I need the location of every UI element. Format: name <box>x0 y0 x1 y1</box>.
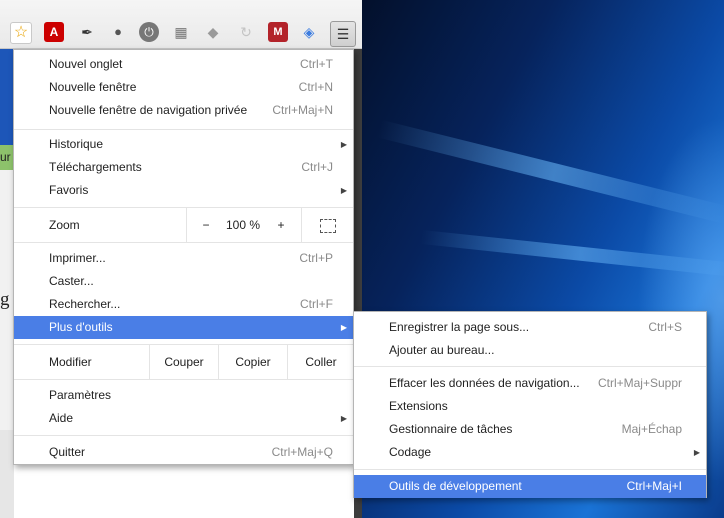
fullscreen-icon <box>320 218 336 233</box>
menu-item-find[interactable]: Rechercher... Ctrl+F <box>14 293 353 316</box>
menu-item-shortcut: Ctrl+N <box>298 80 333 94</box>
menu-item-history[interactable]: Historique ▶ <box>14 133 353 156</box>
submenu-item-task-manager[interactable]: Gestionnaire de tâches Maj+Échap <box>354 418 706 441</box>
hamburger-menu-icon[interactable]: ☰ <box>330 21 356 47</box>
menu-separator <box>14 242 353 243</box>
browser-main-menu: Nouvel onglet Ctrl+T Nouvelle fenêtre Ct… <box>13 49 354 465</box>
zoom-out-button[interactable]: − <box>186 208 225 242</box>
menu-item-label: Favoris <box>49 183 89 197</box>
menu-item-label: Aide <box>49 411 74 425</box>
menu-row-zoom: Zoom − 100 % + <box>14 208 353 242</box>
menu-item-shortcut: Maj+Échap <box>621 422 682 436</box>
submenu-item-extensions[interactable]: Extensions <box>354 395 706 418</box>
submenu-arrow-icon: ▶ <box>693 448 700 457</box>
dropbox-icon[interactable]: ◆ <box>203 22 223 42</box>
menu-item-cast[interactable]: Caster... <box>14 270 353 293</box>
submenu-arrow-icon: ▶ <box>340 414 347 423</box>
submenu-arrow-icon: ▶ <box>340 186 347 195</box>
menu-item-shortcut: Ctrl+P <box>299 251 333 265</box>
submenu-item-save-page[interactable]: Enregistrer la page sous... Ctrl+S <box>354 316 706 339</box>
menu-row-edit: Modifier Couper Copier Coller <box>14 345 353 379</box>
menu-item-label: Outils de développement <box>389 479 522 493</box>
wallpaper-light-beam <box>377 120 724 225</box>
menu-item-quit[interactable]: Quitter Ctrl+Maj+Q <box>14 441 353 464</box>
browser-toolbar: ☆ A ✒ ● ⏻ ▦ ◆ ↻ M ◈ ☰ <box>0 0 362 49</box>
menu-separator <box>354 469 706 470</box>
menu-item-shortcut: Ctrl+J <box>301 160 333 174</box>
cut-button[interactable]: Couper <box>149 345 218 379</box>
pen-icon[interactable]: ✒ <box>77 22 97 42</box>
menu-separator <box>14 379 353 380</box>
submenu-item-add-to-desktop[interactable]: Ajouter au bureau... <box>354 339 706 362</box>
menu-separator <box>14 129 353 130</box>
menu-item-label: Gestionnaire de tâches <box>389 422 513 436</box>
menu-item-bookmarks[interactable]: Favoris ▶ <box>14 179 353 202</box>
bookmark-star-icon[interactable]: ☆ <box>10 22 32 44</box>
menu-item-label: Téléchargements <box>49 160 142 174</box>
copy-button[interactable]: Copier <box>218 345 287 379</box>
edit-label: Modifier <box>49 355 92 369</box>
menu-item-more-tools[interactable]: Plus d'outils ▶ <box>14 316 353 339</box>
menu-item-shortcut: Ctrl+Maj+N <box>272 103 333 117</box>
menu-item-new-tab[interactable]: Nouvel onglet Ctrl+T <box>14 53 353 76</box>
acrobat-icon[interactable]: A <box>44 22 64 42</box>
more-tools-submenu: Enregistrer la page sous... Ctrl+S Ajout… <box>353 311 707 498</box>
menu-item-label: Codage <box>389 445 432 459</box>
power-icon[interactable]: ⏻ <box>139 22 159 42</box>
menu-item-shortcut: Ctrl+Maj+Suppr <box>597 376 682 390</box>
menu-item-label: Enregistrer la page sous... <box>389 320 530 334</box>
menu-item-label: Nouvelle fenêtre <box>49 80 137 94</box>
zoom-label: Zoom <box>49 218 80 232</box>
mendeley-icon[interactable]: M <box>268 22 288 42</box>
menu-item-shortcut: Ctrl+S <box>648 320 682 334</box>
menu-item-label: Effacer les données de navigation... <box>389 376 580 390</box>
paste-button[interactable]: Coller <box>287 345 354 379</box>
submenu-arrow-icon: ▶ <box>340 140 347 149</box>
menu-item-print[interactable]: Imprimer... Ctrl+P <box>14 247 353 270</box>
menu-item-label: Historique <box>49 137 104 151</box>
menu-item-shortcut: Ctrl+Maj+Q <box>271 445 333 459</box>
wallpaper-light-beam <box>420 230 724 278</box>
menu-item-label: Ajouter au bureau... <box>389 343 495 357</box>
page-green-bar: ur <box>0 145 14 170</box>
menu-item-label: Nouvelle fenêtre de navigation privée <box>49 103 248 117</box>
submenu-item-clear-data[interactable]: Effacer les données de navigation... Ctr… <box>354 372 706 395</box>
menu-item-label: Imprimer... <box>49 251 106 265</box>
evernote-icon[interactable]: ● <box>108 22 128 42</box>
menu-item-label: Rechercher... <box>49 297 121 311</box>
menu-item-shortcut: Ctrl+T <box>300 57 333 71</box>
submenu-item-encoding[interactable]: Codage ▶ <box>354 441 706 464</box>
menu-item-shortcut: Ctrl+Maj+I <box>626 479 682 493</box>
fullscreen-button[interactable] <box>301 208 354 242</box>
menu-separator <box>354 366 706 367</box>
zoom-in-button[interactable]: + <box>262 208 300 242</box>
layers-icon[interactable]: ◈ <box>299 22 319 42</box>
submenu-arrow-icon: ▶ <box>340 323 347 332</box>
page-banner <box>0 49 14 145</box>
menu-item-label: Nouvel onglet <box>49 57 123 71</box>
submenu-item-dev-tools[interactable]: Outils de développement Ctrl+Maj+I <box>354 475 706 498</box>
sync-icon[interactable]: ↻ <box>236 22 256 42</box>
menu-item-private-window[interactable]: Nouvelle fenêtre de navigation privée Ct… <box>14 99 353 122</box>
menu-item-downloads[interactable]: Téléchargements Ctrl+J <box>14 156 353 179</box>
menu-item-label: Quitter <box>49 445 86 459</box>
reader-icon[interactable]: ▦ <box>171 22 191 42</box>
zoom-level: 100 % <box>225 218 261 232</box>
menu-item-label: Paramètres <box>49 388 112 402</box>
menu-item-new-window[interactable]: Nouvelle fenêtre Ctrl+N <box>14 76 353 99</box>
menu-item-label: Extensions <box>389 399 448 413</box>
menu-item-settings[interactable]: Paramètres <box>14 384 353 407</box>
menu-separator <box>14 435 353 436</box>
menu-item-help[interactable]: Aide ▶ <box>14 407 353 430</box>
page-text-fragment: g <box>0 289 10 310</box>
menu-item-label: Plus d'outils <box>49 320 113 334</box>
menu-item-label: Caster... <box>49 274 94 288</box>
page-footer <box>0 430 14 518</box>
menu-item-shortcut: Ctrl+F <box>300 297 333 311</box>
